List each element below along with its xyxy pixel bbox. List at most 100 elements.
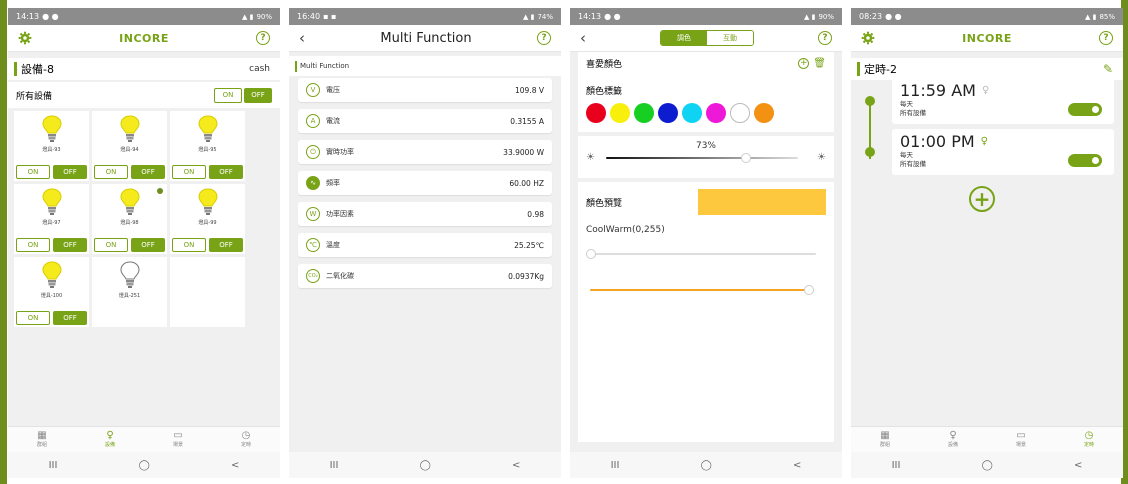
all-off-button[interactable]: OFF <box>244 87 272 103</box>
edit-pencil-icon[interactable]: ✎ <box>1103 62 1113 76</box>
measurement-value: 109.8 V <box>515 85 544 95</box>
home-button[interactable]: ◯ <box>139 460 150 471</box>
device-card[interactable]: 燈具-251 <box>92 257 167 327</box>
device-on-button[interactable]: ON <box>16 165 50 179</box>
tab-bulb[interactable]: ♀ 設備 <box>105 430 115 449</box>
power-icon: ⏻ <box>306 145 320 159</box>
color-swatch[interactable] <box>634 103 654 123</box>
brightness-knob[interactable] <box>741 153 752 163</box>
device-card[interactable]: 燈具-97 ON OFF <box>14 184 89 254</box>
measurement-list: V 電压 109.8 V A 電流 0.3155 A ⏻ 實時功率 33.9000 W ∿ 頻率 60… <box>289 76 561 297</box>
tab-group[interactable]: ▦ 群組 <box>37 431 47 449</box>
home-button[interactable]: ◯ <box>420 460 431 471</box>
timeline-dot <box>865 96 875 106</box>
device-card[interactable]: 燈具-94 ON OFF <box>92 111 167 181</box>
tab-scene[interactable]: ▭ 場景 <box>173 431 183 449</box>
back-button[interactable]: < <box>793 460 801 471</box>
notification-icon: ▪ ▪ <box>323 12 337 21</box>
back-button[interactable]: < <box>1074 460 1082 471</box>
device-off-button[interactable]: OFF <box>209 165 243 179</box>
schedule-toggle[interactable] <box>1068 154 1102 167</box>
home-button[interactable]: ◯ <box>982 460 993 471</box>
device-off-button[interactable]: OFF <box>131 238 165 252</box>
coolwarm-knob[interactable] <box>586 249 596 259</box>
add-schedule-icon[interactable]: + <box>969 186 995 212</box>
bulb-icon: ♀ <box>949 430 957 441</box>
current-icon: A <box>306 114 320 128</box>
device-on-button[interactable]: ON <box>16 238 50 252</box>
device-card[interactable]: 燈具-98 ON OFF <box>92 184 167 254</box>
color-swatch[interactable] <box>706 103 726 123</box>
signal-icon: ▲ ▮ <box>1084 12 1097 21</box>
second-slider[interactable] <box>586 285 826 295</box>
device-name: 燈具-100 <box>40 293 63 299</box>
gear-icon[interactable] <box>861 31 875 45</box>
device-name: 燈具-251 <box>118 293 141 299</box>
help-icon[interactable]: ? <box>256 31 270 45</box>
recents-button[interactable]: III <box>892 460 901 471</box>
device-on-button[interactable]: ON <box>16 311 50 325</box>
device-card[interactable]: 燈具-93 ON OFF <box>14 111 89 181</box>
brightness-slider[interactable]: ☀ ☀ <box>586 152 826 163</box>
device-off-button[interactable]: OFF <box>209 238 243 252</box>
second-slider-knob[interactable] <box>804 285 814 295</box>
home-button[interactable]: ◯ <box>701 460 712 471</box>
tab-label: 群組 <box>879 442 890 448</box>
back-button[interactable]: < <box>231 460 239 471</box>
trash-icon[interactable]: 🗑 <box>813 58 826 69</box>
recents-button[interactable]: III <box>611 460 620 471</box>
schedule-toggle[interactable] <box>1068 103 1102 116</box>
measurement-label: 功率因素 <box>326 210 354 218</box>
signal-icon: ▲ ▮ <box>241 12 254 21</box>
device-card[interactable]: 燈具-95 ON OFF <box>170 111 245 181</box>
device-card[interactable]: 燈具-99 ON OFF <box>170 184 245 254</box>
tab-group[interactable]: ▦ 群組 <box>879 431 890 449</box>
back-arrow-icon[interactable]: ‹ <box>299 29 315 47</box>
status-bar: 14:13 ● ● ▲ ▮ 90% <box>8 8 280 25</box>
tab-interaction[interactable]: 互動 <box>707 31 753 45</box>
status-dot <box>157 188 163 194</box>
all-devices-label: 所有設備 <box>16 91 53 102</box>
section-label: Multi Function <box>300 62 350 70</box>
schedule-card[interactable]: 01:00 PM ♀ 每天 所有設備 <box>892 129 1114 175</box>
help-icon[interactable]: ? <box>1099 31 1113 45</box>
device-off-button[interactable]: OFF <box>53 165 87 179</box>
schedule-card[interactable]: 11:59 AM ♀ 每天 所有設備 <box>892 78 1114 124</box>
tab-bulb[interactable]: ♀ 設備 <box>948 430 958 449</box>
tab-clock[interactable]: ◷ 定時 <box>1084 431 1094 449</box>
color-swatch[interactable] <box>754 103 774 123</box>
back-button[interactable]: < <box>512 460 520 471</box>
color-swatch[interactable] <box>610 103 630 123</box>
recents-button[interactable]: III <box>49 460 58 471</box>
back-arrow-icon[interactable]: ‹ <box>580 29 596 47</box>
measurement-label: 電流 <box>326 117 340 125</box>
color-swatch[interactable] <box>658 103 678 123</box>
color-swatch[interactable] <box>730 103 750 123</box>
device-on-button[interactable]: ON <box>94 165 128 179</box>
tab-color[interactable]: 調色 <box>661 31 707 45</box>
add-favorite-icon[interactable]: + <box>798 58 810 69</box>
device-off-button[interactable]: OFF <box>53 311 87 325</box>
color-swatch[interactable] <box>682 103 702 123</box>
help-icon[interactable]: ? <box>536 31 551 45</box>
device-on-button[interactable]: ON <box>94 238 128 252</box>
device-card[interactable]: 燈具-100 ON OFF <box>14 257 89 327</box>
empty-cell <box>170 257 245 327</box>
timeline-dot <box>865 147 875 157</box>
color-swatch[interactable] <box>586 103 606 123</box>
tab-scene[interactable]: ▭ 場景 <box>1016 431 1026 449</box>
measurement-label: 溫度 <box>326 241 340 249</box>
coolwarm-slider[interactable] <box>586 249 826 259</box>
device-on-button[interactable]: ON <box>172 165 206 179</box>
measurement-value: 33.9000 W <box>503 147 544 157</box>
device-on-button[interactable]: ON <box>172 238 206 252</box>
device-off-button[interactable]: OFF <box>53 238 87 252</box>
help-icon[interactable]: ? <box>818 31 832 45</box>
gear-icon[interactable] <box>18 31 32 45</box>
system-nav-bar: III ◯ < <box>570 452 842 478</box>
recents-button[interactable]: III <box>330 460 339 471</box>
all-on-button[interactable]: ON <box>214 87 242 103</box>
tab-clock[interactable]: ◷ 定時 <box>241 431 251 449</box>
bulb-icon: ♀ <box>106 430 114 441</box>
device-off-button[interactable]: OFF <box>131 165 165 179</box>
